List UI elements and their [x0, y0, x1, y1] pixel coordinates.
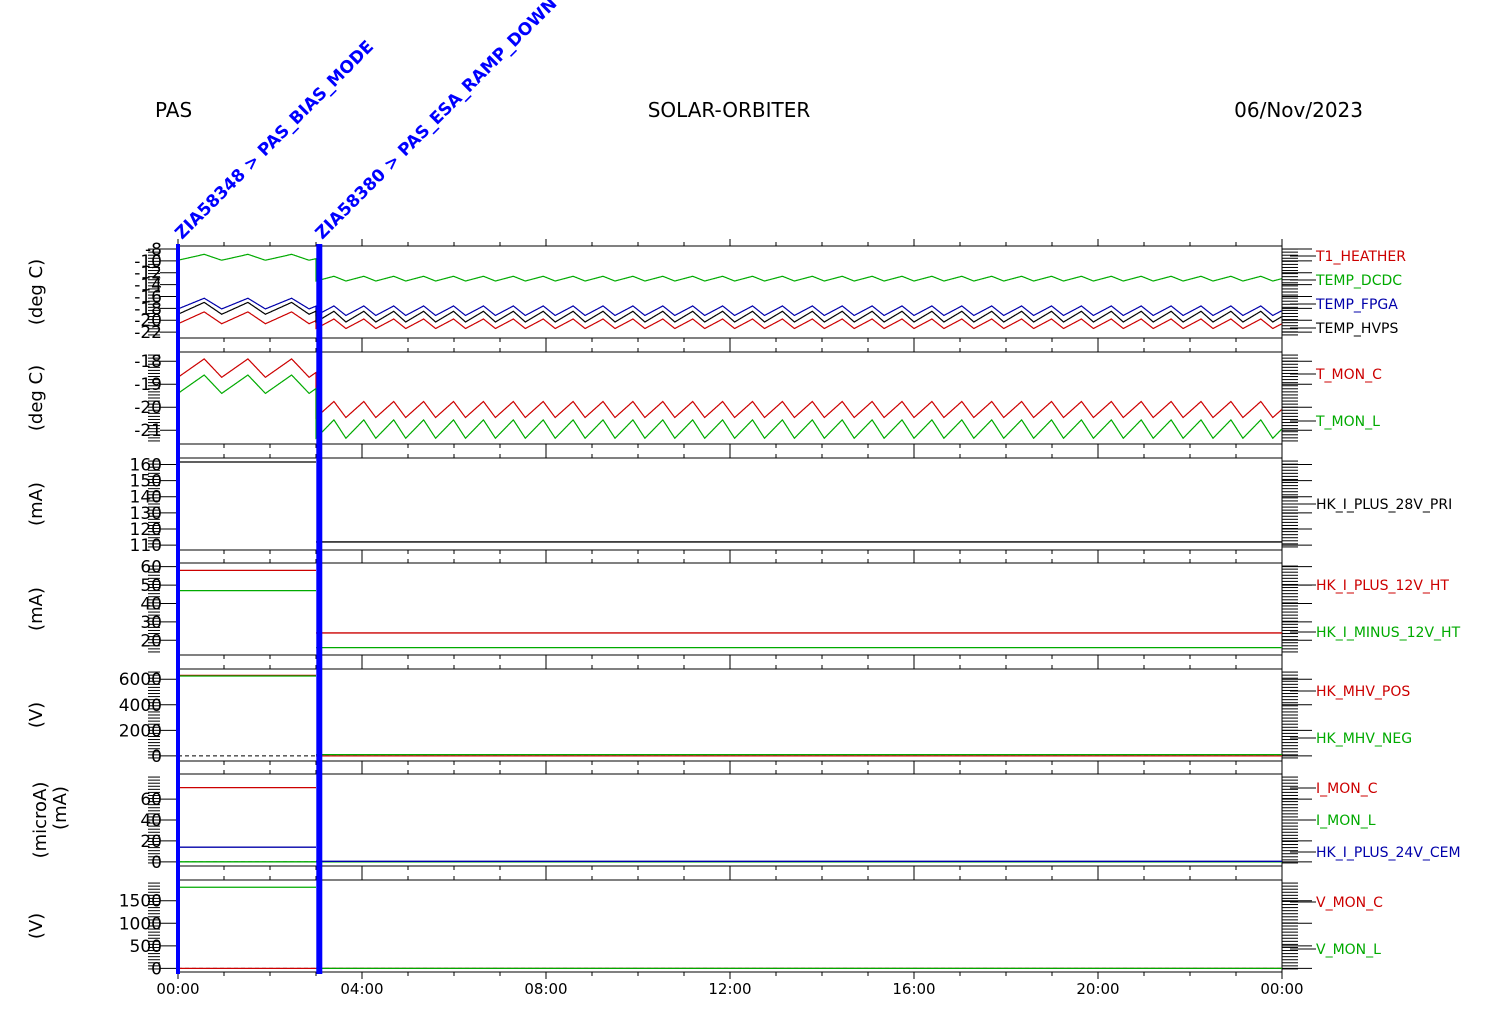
panel-6: 0204060 (microA) (mA) I_MON_C I_MON_L HK_I_PL… — [30, 767, 1461, 873]
y-tick-label: 0 — [151, 747, 162, 767]
y-axis-label: (deg C) — [26, 365, 47, 431]
x-tick-label: 08:00 — [524, 980, 567, 998]
x-tick-label: 00:00 — [156, 980, 199, 998]
hk-plot: PAS SOLAR-ORBITER 06/Nov/2023 -22-20-18-… — [26, 0, 1461, 998]
y-tick-label: -21 — [134, 421, 162, 441]
panel-frame — [177, 668, 1283, 762]
y-tick-label: 50 — [140, 576, 162, 596]
instrument-label: PAS — [155, 98, 192, 122]
series-t-mon-l — [177, 374, 1282, 440]
legend-hk-i-plus-28v-pri: HK_I_PLUS_28V_PRI — [1316, 497, 1452, 513]
y-axis-label: (mA) — [26, 482, 47, 526]
series-t-mon-c — [177, 358, 1282, 420]
legend-i-mon-l: I_MON_L — [1316, 813, 1376, 829]
panel-2: -21 -20 -19 -18 (deg C) T_MON_C T_MON_L — [26, 345, 1382, 451]
legend-temp-hvps: TEMP_HVPS — [1315, 321, 1398, 337]
y-tick-label: -19 — [134, 375, 162, 395]
y-axis-label: (V) — [26, 702, 47, 728]
legend-v-mon-c: V_MON_C — [1316, 895, 1383, 911]
legend-t1-heather: T1_HEATHER — [1315, 249, 1406, 265]
panel-frame — [177, 562, 1283, 656]
series-temp-dcdc — [177, 253, 1282, 282]
y-axis-label: (V) — [26, 913, 47, 939]
legend-temp-fpga: TEMP_FPGA — [1315, 297, 1398, 313]
legend-t-mon-c: T_MON_C — [1315, 367, 1382, 383]
y-tick-label: 60 — [140, 790, 162, 810]
y-tick-label: 0 — [151, 853, 162, 873]
mission-label: SOLAR-ORBITER — [648, 98, 811, 122]
panel-3: 110120130140150160(mA) HK_I_PLUS_28V_PRI — [26, 451, 1452, 557]
y-tick-label: 20 — [140, 832, 162, 852]
legend-hk-mhv-neg: HK_MHV_NEG — [1316, 731, 1412, 747]
x-tick-label: 12:00 — [708, 980, 751, 998]
legend-t-mon-l: T_MON_L — [1315, 414, 1380, 430]
y-tick-label: 30 — [140, 613, 162, 633]
y-axis-label: (microA) — [30, 782, 51, 859]
event-markers: ZIA58348 > PAS_BIAS_MODEZIA58380 > PAS_E… — [171, 0, 561, 974]
y-tick-label: 40 — [140, 594, 162, 614]
x-axis: 00:00 04:00 08:00 12:00 16:00 20:00 00:00 — [156, 980, 1303, 998]
x-tick-label: 16:00 — [892, 980, 935, 998]
y-tick-label: 60 — [140, 558, 162, 578]
y-tick-label: 0 — [151, 959, 162, 979]
panel-7: 0500 10001500 (V) V_MON_C V_MON_L — [26, 873, 1383, 979]
marker-bar — [316, 244, 323, 974]
y-axis-label: (deg C) — [26, 259, 47, 325]
panel-frame — [177, 879, 1283, 973]
y-tick-label: 1500 — [119, 892, 162, 912]
panel-frame — [177, 457, 1283, 551]
panel-frame — [177, 773, 1283, 867]
y-tick-label: 6000 — [119, 670, 162, 690]
y-tick-label: 1000 — [119, 914, 162, 934]
legend-v-mon-l: V_MON_L — [1316, 942, 1381, 958]
y-tick-label: 20 — [140, 631, 162, 651]
y-tick-label: 500 — [130, 937, 162, 957]
y-tick-label: -8 — [145, 240, 162, 260]
y-axis-label: (mA) — [26, 587, 47, 631]
series-temp-fpga — [177, 297, 1282, 317]
y-tick-label: 160 — [130, 455, 162, 475]
marker-bar — [176, 244, 180, 974]
x-tick-label: 04:00 — [340, 980, 383, 998]
y-axis-label: (mA) — [50, 786, 71, 830]
y-tick-label: 40 — [140, 811, 162, 831]
date-label: 06/Nov/2023 — [1234, 98, 1363, 122]
y-tick-label: -18 — [134, 352, 162, 372]
panel-5: 0 2000 4000 6000 (V) HK_MHV_POS HK_MHV_NEG — [26, 662, 1412, 768]
legend-hk-i-plus-24v-cem: HK_I_PLUS_24V_CEM — [1316, 845, 1461, 861]
y-tick-label: 4000 — [119, 696, 162, 716]
y-tick-label: -20 — [134, 398, 162, 418]
x-tick-label: 00:00 — [1260, 980, 1303, 998]
legend-temp-dcdc: TEMP_DCDC — [1315, 273, 1402, 289]
panel-1: -22-20-18-16-14-12-10-8(deg C)T1_HEATHER… — [26, 239, 1406, 345]
legend-hk-i-plus-12v-ht: HK_I_PLUS_12V_HT — [1316, 578, 1449, 594]
marker-label: ZIA58380 > PAS_ESA_RAMP_DOWN — [312, 0, 562, 244]
legend-hk-mhv-pos: HK_MHV_POS — [1316, 684, 1410, 700]
panel-4: 2030405060 (mA) HK_I_PLUS_12V_HT HK_I_MINUS… — [26, 556, 1461, 662]
y-tick-label: 2000 — [119, 721, 162, 741]
x-tick-label: 20:00 — [1076, 980, 1119, 998]
panels-group: -22-20-18-16-14-12-10-8(deg C)T1_HEATHER… — [26, 239, 1461, 979]
legend-i-mon-c: I_MON_C — [1316, 781, 1378, 797]
legend-hk-i-minus-12v-ht: HK_I_MINUS_12V_HT — [1316, 625, 1461, 641]
